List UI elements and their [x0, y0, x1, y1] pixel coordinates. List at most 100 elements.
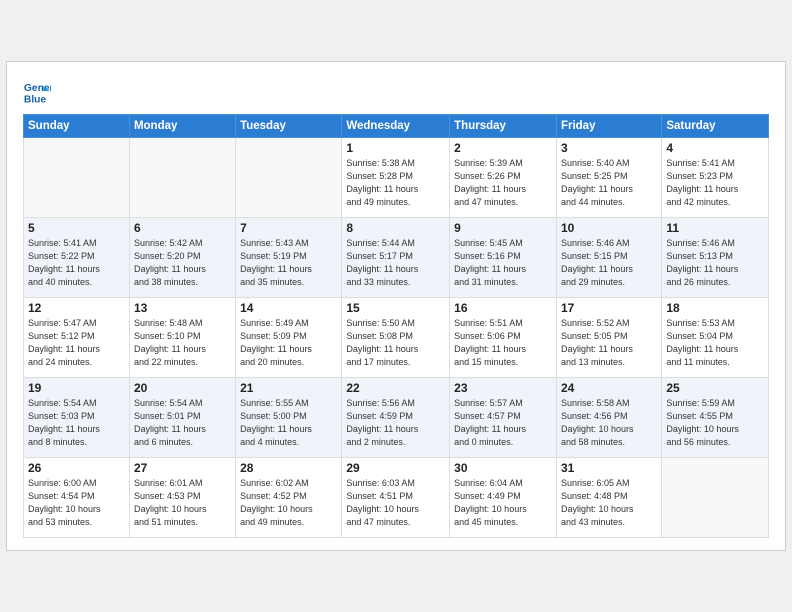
day-cell: 6 Sunrise: 5:42 AMSunset: 5:20 PMDaylight…	[129, 218, 235, 298]
day-info: Sunrise: 6:02 AMSunset: 4:52 PMDaylight:…	[240, 477, 337, 529]
logo: General Blue	[23, 78, 55, 106]
day-number: 1	[346, 141, 445, 155]
day-cell: 26 Sunrise: 6:00 AMSunset: 4:54 PMDayligh…	[24, 458, 130, 538]
day-info: Sunrise: 5:54 AMSunset: 5:03 PMDaylight:…	[28, 397, 125, 449]
day-info: Sunrise: 6:03 AMSunset: 4:51 PMDaylight:…	[346, 477, 445, 529]
day-info: Sunrise: 5:41 AMSunset: 5:23 PMDaylight:…	[666, 157, 764, 209]
day-number: 6	[134, 221, 231, 235]
day-cell: 29 Sunrise: 6:03 AMSunset: 4:51 PMDayligh…	[342, 458, 450, 538]
day-cell: 5 Sunrise: 5:41 AMSunset: 5:22 PMDaylight…	[24, 218, 130, 298]
day-info: Sunrise: 6:00 AMSunset: 4:54 PMDaylight:…	[28, 477, 125, 529]
day-number: 9	[454, 221, 552, 235]
weekday-sunday: Sunday	[24, 115, 130, 138]
day-cell: 10 Sunrise: 5:46 AMSunset: 5:15 PMDayligh…	[556, 218, 661, 298]
logo-icon: General Blue	[23, 78, 51, 106]
day-info: Sunrise: 5:55 AMSunset: 5:00 PMDaylight:…	[240, 397, 337, 449]
day-info: Sunrise: 5:47 AMSunset: 5:12 PMDaylight:…	[28, 317, 125, 369]
day-cell: 21 Sunrise: 5:55 AMSunset: 5:00 PMDayligh…	[236, 378, 342, 458]
day-number: 21	[240, 381, 337, 395]
day-cell: 12 Sunrise: 5:47 AMSunset: 5:12 PMDayligh…	[24, 298, 130, 378]
calendar-container: General Blue SundayMondayTuesdayWednesda…	[6, 61, 786, 551]
day-cell: 9 Sunrise: 5:45 AMSunset: 5:16 PMDaylight…	[450, 218, 557, 298]
day-info: Sunrise: 5:46 AMSunset: 5:15 PMDaylight:…	[561, 237, 657, 289]
day-info: Sunrise: 5:49 AMSunset: 5:09 PMDaylight:…	[240, 317, 337, 369]
day-info: Sunrise: 5:43 AMSunset: 5:19 PMDaylight:…	[240, 237, 337, 289]
weekday-saturday: Saturday	[662, 115, 769, 138]
day-cell	[236, 138, 342, 218]
day-info: Sunrise: 5:54 AMSunset: 5:01 PMDaylight:…	[134, 397, 231, 449]
day-info: Sunrise: 5:41 AMSunset: 5:22 PMDaylight:…	[28, 237, 125, 289]
day-cell: 31Sunrise: 6:05 AMSunset: 4:48 PMDayligh…	[556, 458, 661, 538]
weekday-monday: Monday	[129, 115, 235, 138]
day-cell: 24 Sunrise: 5:58 AMSunset: 4:56 PMDayligh…	[556, 378, 661, 458]
day-number: 18	[666, 301, 764, 315]
weekday-friday: Friday	[556, 115, 661, 138]
day-info: Sunrise: 5:44 AMSunset: 5:17 PMDaylight:…	[346, 237, 445, 289]
day-number: 2	[454, 141, 552, 155]
day-cell: 19 Sunrise: 5:54 AMSunset: 5:03 PMDayligh…	[24, 378, 130, 458]
weekday-tuesday: Tuesday	[236, 115, 342, 138]
day-number: 19	[28, 381, 125, 395]
day-info: Sunrise: 5:42 AMSunset: 5:20 PMDaylight:…	[134, 237, 231, 289]
svg-text:Blue: Blue	[24, 94, 47, 105]
day-cell: 13 Sunrise: 5:48 AMSunset: 5:10 PMDayligh…	[129, 298, 235, 378]
day-number: 7	[240, 221, 337, 235]
day-number: 12	[28, 301, 125, 315]
day-number: 22	[346, 381, 445, 395]
day-info: Sunrise: 5:48 AMSunset: 5:10 PMDaylight:…	[134, 317, 231, 369]
day-number: 3	[561, 141, 657, 155]
day-cell: 27Sunrise: 6:01 AMSunset: 4:53 PMDayligh…	[129, 458, 235, 538]
day-cell	[662, 458, 769, 538]
day-number: 23	[454, 381, 552, 395]
day-cell: 16 Sunrise: 5:51 AMSunset: 5:06 PMDayligh…	[450, 298, 557, 378]
day-number: 29	[346, 461, 445, 475]
day-cell: 20 Sunrise: 5:54 AMSunset: 5:01 PMDayligh…	[129, 378, 235, 458]
day-cell: 2 Sunrise: 5:39 AMSunset: 5:26 PMDaylight…	[450, 138, 557, 218]
day-number: 15	[346, 301, 445, 315]
day-number: 11	[666, 221, 764, 235]
day-info: Sunrise: 5:53 AMSunset: 5:04 PMDaylight:…	[666, 317, 764, 369]
day-info: Sunrise: 5:57 AMSunset: 4:57 PMDaylight:…	[454, 397, 552, 449]
weekday-header-row: SundayMondayTuesdayWednesdayThursdayFrid…	[24, 115, 769, 138]
day-cell: 4Sunrise: 5:41 AMSunset: 5:23 PMDaylight…	[662, 138, 769, 218]
calendar-table: SundayMondayTuesdayWednesdayThursdayFrid…	[23, 114, 769, 538]
day-number: 16	[454, 301, 552, 315]
day-number: 14	[240, 301, 337, 315]
day-cell: 14 Sunrise: 5:49 AMSunset: 5:09 PMDayligh…	[236, 298, 342, 378]
day-cell: 30 Sunrise: 6:04 AMSunset: 4:49 PMDayligh…	[450, 458, 557, 538]
day-info: Sunrise: 5:52 AMSunset: 5:05 PMDaylight:…	[561, 317, 657, 369]
day-cell: 17 Sunrise: 5:52 AMSunset: 5:05 PMDayligh…	[556, 298, 661, 378]
day-info: Sunrise: 5:39 AMSunset: 5:26 PMDaylight:…	[454, 157, 552, 209]
day-number: 26	[28, 461, 125, 475]
day-cell: 7 Sunrise: 5:43 AMSunset: 5:19 PMDaylight…	[236, 218, 342, 298]
day-number: 24	[561, 381, 657, 395]
day-info: Sunrise: 5:46 AMSunset: 5:13 PMDaylight:…	[666, 237, 764, 289]
day-number: 30	[454, 461, 552, 475]
day-number: 17	[561, 301, 657, 315]
day-number: 8	[346, 221, 445, 235]
day-number: 27	[134, 461, 231, 475]
day-info: Sunrise: 5:59 AMSunset: 4:55 PMDaylight:…	[666, 397, 764, 449]
day-cell: 25Sunrise: 5:59 AMSunset: 4:55 PMDayligh…	[662, 378, 769, 458]
day-info: Sunrise: 5:58 AMSunset: 4:56 PMDaylight:…	[561, 397, 657, 449]
calendar-header: General Blue	[23, 78, 769, 106]
day-cell: 28Sunrise: 6:02 AMSunset: 4:52 PMDayligh…	[236, 458, 342, 538]
day-info: Sunrise: 6:04 AMSunset: 4:49 PMDaylight:…	[454, 477, 552, 529]
day-info: Sunrise: 5:38 AMSunset: 5:28 PMDaylight:…	[346, 157, 445, 209]
day-info: Sunrise: 5:56 AMSunset: 4:59 PMDaylight:…	[346, 397, 445, 449]
day-cell: 11 Sunrise: 5:46 AMSunset: 5:13 PMDayligh…	[662, 218, 769, 298]
day-info: Sunrise: 5:50 AMSunset: 5:08 PMDaylight:…	[346, 317, 445, 369]
day-cell: 15 Sunrise: 5:50 AMSunset: 5:08 PMDayligh…	[342, 298, 450, 378]
day-number: 10	[561, 221, 657, 235]
day-info: Sunrise: 5:51 AMSunset: 5:06 PMDaylight:…	[454, 317, 552, 369]
week-row-5: 26 Sunrise: 6:00 AMSunset: 4:54 PMDayligh…	[24, 458, 769, 538]
day-cell: 1 Sunrise: 5:38 AMSunset: 5:28 PMDaylight…	[342, 138, 450, 218]
day-cell	[129, 138, 235, 218]
day-cell	[24, 138, 130, 218]
week-row-4: 19 Sunrise: 5:54 AMSunset: 5:03 PMDayligh…	[24, 378, 769, 458]
svg-text:General: General	[24, 83, 51, 94]
day-number: 20	[134, 381, 231, 395]
day-info: Sunrise: 5:45 AMSunset: 5:16 PMDaylight:…	[454, 237, 552, 289]
day-number: 5	[28, 221, 125, 235]
day-number: 13	[134, 301, 231, 315]
